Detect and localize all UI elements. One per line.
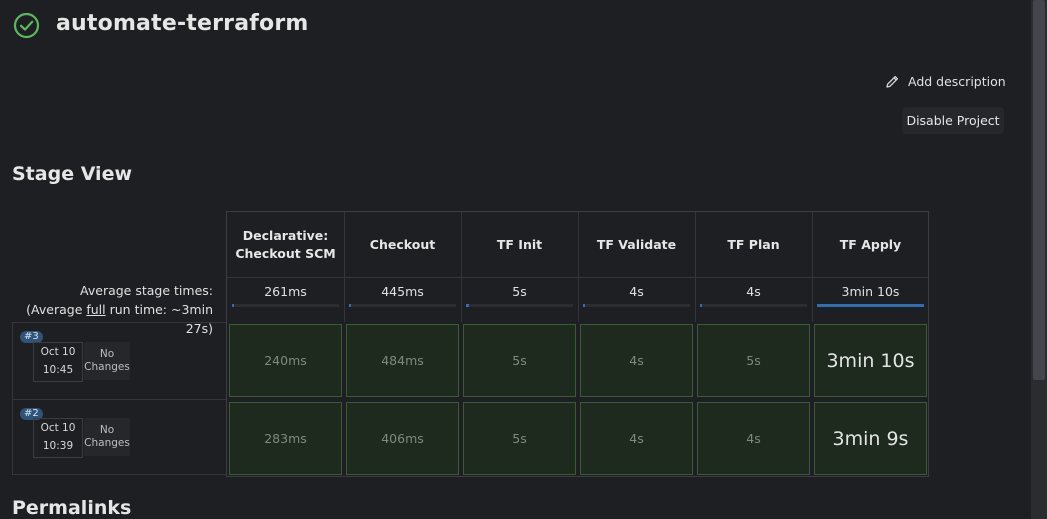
stage-cell[interactable]: 3min 9s [814, 402, 927, 475]
build-changes[interactable]: No Changes [84, 342, 130, 380]
stage-header: TF Init [496, 236, 543, 252]
stage-cell[interactable]: 4s [697, 402, 810, 475]
build-date-day: Oct 10 [40, 422, 76, 434]
stage-view-table: Declarative: Checkout SCM Checkout TF Ini… [226, 211, 929, 477]
column-separator [695, 212, 696, 322]
stage-view-title: Stage View [12, 163, 133, 185]
stage-average-bar [349, 304, 456, 307]
stage-average-bar-fill [349, 304, 351, 307]
stage-cell[interactable]: 4s [580, 324, 693, 397]
scrollbar-thumb[interactable] [1033, 0, 1045, 380]
stage-header: Declarative: Checkout SCM [235, 227, 336, 261]
stage-cell[interactable]: 5s [463, 402, 576, 475]
build-date-time: 10:39 [42, 440, 74, 452]
column-separator [578, 212, 579, 322]
permalinks-title: Permalinks [12, 497, 132, 519]
stage-header: TF Apply [839, 236, 902, 252]
stage-header: TF Plan [727, 236, 780, 252]
average-stage-times-label: Average stage times: (Average full run t… [15, 281, 213, 338]
stage-average-bar [232, 304, 339, 307]
stage-average-bar-fill [466, 304, 469, 307]
stage-average-bar-fill [583, 304, 585, 307]
stage-average-bar-fill [232, 304, 234, 307]
build-date: Oct 10 10:45 [33, 342, 83, 382]
stage-average-bar [700, 304, 807, 307]
stage-average-bar-fill [700, 304, 702, 307]
avg-label-line-2: (Average full run time: ~3min [26, 302, 213, 317]
stage-average-time: 261ms [264, 284, 307, 299]
column-separator [461, 212, 462, 322]
stage-average-bar-fill [817, 304, 924, 307]
stage-average-time: 445ms [381, 284, 424, 299]
stage-cell[interactable]: 283ms [229, 402, 342, 475]
stage-header: TF Validate [596, 236, 677, 252]
stage-average-time: 5s [512, 284, 527, 299]
stage-cell[interactable]: 3min 10s [814, 324, 927, 397]
build-changes[interactable]: No Changes [84, 418, 130, 456]
stage-cell[interactable]: 240ms [229, 324, 342, 397]
stage-cell[interactable]: 5s [463, 324, 576, 397]
divider [12, 399, 226, 400]
pencil-icon [886, 75, 899, 88]
disable-project-button[interactable]: Disable Project [902, 107, 1004, 134]
add-description-label: Add description [908, 74, 1006, 89]
add-description-button[interactable]: Add description [885, 74, 1006, 89]
divider [12, 322, 13, 474]
column-separator [812, 212, 813, 322]
stage-cell[interactable]: 406ms [346, 402, 459, 475]
stage-cell[interactable]: 4s [580, 402, 693, 475]
full-run-link[interactable]: full [86, 302, 105, 317]
build-date-time: 10:45 [42, 364, 74, 376]
stage-average-time: 4s [629, 284, 644, 299]
stage-average-bar [466, 304, 573, 307]
stage-cell[interactable]: 484ms [346, 324, 459, 397]
divider [12, 474, 226, 475]
avg-label-line-1: Average stage times: [80, 283, 213, 298]
build-date: Oct 10 10:39 [33, 418, 83, 458]
column-separator [344, 212, 345, 322]
build-date-day: Oct 10 [40, 346, 76, 358]
stage-header: Checkout [369, 236, 436, 252]
page-title: automate-terraform [56, 11, 309, 36]
divider [12, 322, 226, 323]
stage-average-time: 3min 10s [841, 284, 900, 299]
stage-cell[interactable]: 5s [697, 324, 810, 397]
stage-average-bar [583, 304, 690, 307]
check-circle-icon [13, 12, 40, 39]
stage-average-bar [817, 304, 924, 307]
stage-average-time: 4s [746, 284, 761, 299]
